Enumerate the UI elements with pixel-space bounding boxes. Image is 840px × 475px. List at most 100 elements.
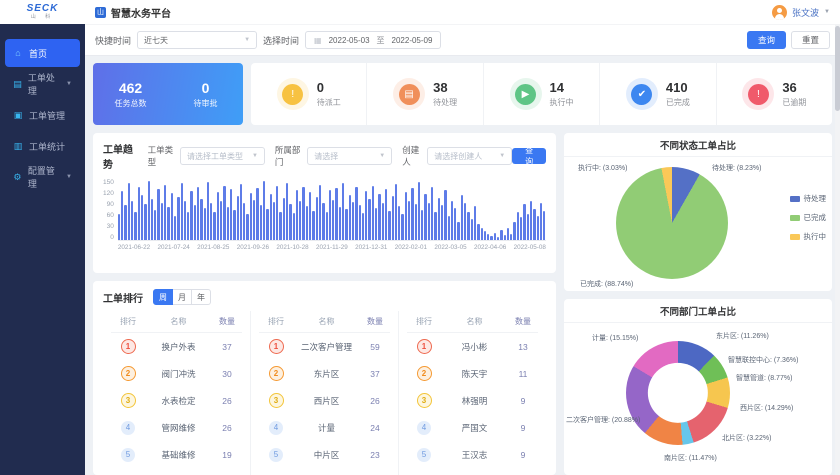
- count-cell: 26: [212, 423, 242, 433]
- ranking-tab-年[interactable]: 年: [191, 289, 211, 305]
- name-cell: 换户外表: [145, 341, 212, 353]
- calendar-icon: ▦: [314, 36, 322, 45]
- trend-bar: [138, 187, 140, 240]
- user-menu[interactable]: 张文波 ▼: [772, 5, 830, 20]
- ranking-tab-月[interactable]: 月: [172, 289, 192, 305]
- name-cell: 东片区: [293, 368, 360, 380]
- col-rank-header: 排行: [111, 316, 145, 327]
- count-cell: 9: [508, 423, 538, 433]
- pie-slice-label: 南片区: (11.47%): [664, 453, 717, 463]
- chevron-down-icon: ▼: [824, 9, 830, 15]
- date-end[interactable]: 2022-05-09: [392, 36, 433, 45]
- medal-icon: 3: [417, 393, 432, 408]
- legend-item[interactable]: 执行中: [790, 231, 827, 242]
- summary-row: 462任务总数0待审批 !0待派工▤38待处理▶14执行中✔410已完成!36已…: [93, 63, 832, 125]
- ranking-tables: 排行名称数量1换户外表372阀门冲洗303水表检定264管网维修265基础维修1…: [103, 311, 546, 475]
- quick-time-select[interactable]: 近七天 ▼: [137, 31, 257, 49]
- stat-text: 38待处理: [433, 81, 457, 108]
- legend-swatch: [790, 215, 800, 221]
- status-pie-panel: 不同状态工单占比 待处理已完成执行中 待处理: (8.23%)已完成: (88.…: [564, 133, 832, 291]
- creator-label: 创建人: [402, 144, 424, 168]
- stat-text: 0待派工: [317, 81, 341, 108]
- date-start[interactable]: 2022-05-03: [329, 36, 370, 45]
- chevron-down-icon: ▼: [66, 81, 72, 87]
- avatar[interactable]: [772, 5, 787, 20]
- sidebar-item-4[interactable]: ▥工单统计: [5, 132, 80, 160]
- trend-bar: [312, 211, 314, 240]
- sidebar-item-label: 工单处理: [28, 71, 60, 97]
- trend-bar: [171, 193, 173, 240]
- trend-bar: [517, 212, 519, 240]
- pie-slice-label: 待处理: (8.23%): [712, 163, 761, 173]
- dept-donut[interactable]: [626, 341, 730, 445]
- trend-bar: [306, 206, 308, 240]
- y-tick: 150: [103, 179, 114, 186]
- creator-select[interactable]: 请选择创建人 ▼: [427, 147, 512, 165]
- name-cell: 冯小彬: [441, 341, 508, 353]
- trend-bar: [398, 206, 400, 240]
- overdue-icon: !: [748, 84, 769, 105]
- ranking-title: 工单排行: [103, 290, 143, 305]
- rank-cell: 5: [111, 448, 145, 462]
- trend-bar: [411, 188, 413, 240]
- table-row: 4严国文9: [407, 414, 538, 441]
- trend-bar: [177, 197, 179, 240]
- date-range-picker[interactable]: ▦ 2022-05-03 至 2022-05-09: [305, 31, 441, 49]
- trend-bar: [481, 228, 483, 240]
- trend-bar: [451, 201, 453, 240]
- x-tick: 2021-09-26: [237, 244, 269, 251]
- stat-label: 待审批: [168, 98, 243, 109]
- trend-bars: [118, 179, 546, 241]
- stat-value: 410: [666, 81, 690, 95]
- trend-bar: [467, 212, 469, 240]
- trend-bar: [418, 182, 420, 240]
- stat-value: 38: [433, 81, 457, 95]
- rank-cell: 1: [111, 339, 145, 354]
- trend-bar: [530, 201, 532, 240]
- legend-swatch: [790, 234, 800, 240]
- trend-bar: [438, 198, 440, 240]
- trend-bar: [490, 236, 492, 240]
- trend-bar: [207, 182, 209, 240]
- trend-bar: [118, 214, 120, 240]
- department-label: 所属部门: [275, 144, 304, 168]
- trend-bar: [461, 195, 463, 240]
- ranking-tab-周[interactable]: 周: [153, 289, 173, 305]
- status-stat: !36已逾期: [716, 63, 832, 125]
- trend-bar: [144, 204, 146, 240]
- logo-subtext: 山 科: [31, 14, 54, 20]
- sidebar-item-3[interactable]: ▣工单管理: [5, 101, 80, 129]
- sidebar: SECK 山 科 ⌂首页▤工单处理▼▣工单管理▥工单统计⚙配置管理▼: [0, 0, 85, 475]
- overdue-icon-ring: !: [742, 78, 774, 110]
- sidebar-item-1[interactable]: ⌂首页: [5, 39, 80, 67]
- trend-bar: [375, 208, 377, 240]
- scrollbar-thumb[interactable]: [835, 26, 840, 111]
- trend-bar: [141, 195, 143, 240]
- trend-bar: [362, 213, 364, 240]
- order-type-select[interactable]: 请选择工单类型 ▼: [180, 147, 265, 165]
- trend-search-button[interactable]: 查询: [512, 148, 546, 164]
- y-tick: 120: [103, 190, 114, 197]
- date-to-label: 至: [377, 35, 385, 46]
- count-cell: 37: [360, 369, 390, 379]
- order-type-label: 工单类型: [148, 144, 177, 168]
- search-button[interactable]: 查询: [747, 31, 786, 49]
- department-select[interactable]: 请选择 ▼: [307, 147, 392, 165]
- count-cell: 19: [212, 450, 242, 460]
- in-progress-icon: ▶: [515, 84, 536, 105]
- medal-icon: 3: [269, 393, 284, 408]
- stat-text: 410已完成: [666, 81, 690, 108]
- reset-button[interactable]: 重置: [791, 31, 830, 49]
- legend-item[interactable]: 待处理: [790, 193, 827, 204]
- trend-bar: [345, 209, 347, 240]
- sidebar-item-5[interactable]: ⚙配置管理▼: [5, 163, 80, 191]
- pie-slice-label: 二次客户管理: (20.88%): [566, 415, 640, 425]
- legend-item[interactable]: 已完成: [790, 212, 827, 223]
- status-pie[interactable]: [616, 167, 728, 279]
- x-tick: 2021-07-24: [157, 244, 189, 251]
- trend-bar: [157, 189, 159, 240]
- sidebar-item-2[interactable]: ▤工单处理▼: [5, 70, 80, 98]
- table-row: 5中片区23: [259, 441, 390, 468]
- trend-bar: [204, 208, 206, 240]
- status-pie-legend: 待处理已完成执行中: [790, 193, 827, 242]
